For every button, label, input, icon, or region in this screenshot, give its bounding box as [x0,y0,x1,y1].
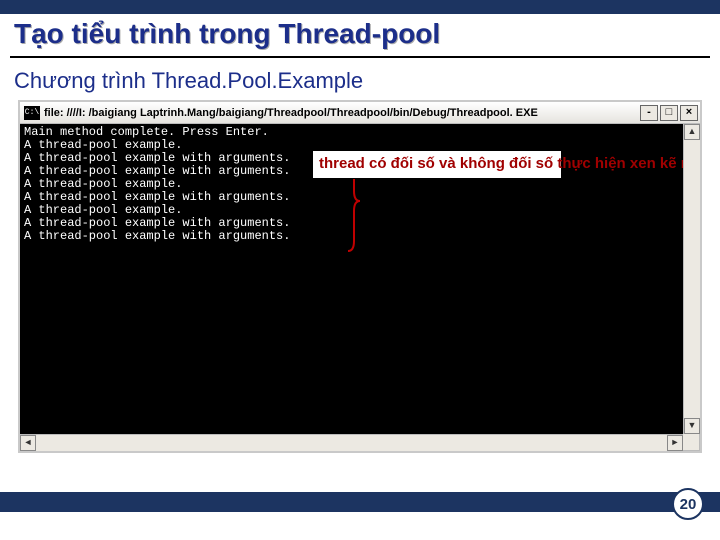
slide-title: Tạo tiểu trình trong Thread-pool [14,18,706,50]
minimize-button[interactable]: - [640,105,658,121]
close-button[interactable]: × [680,105,698,121]
scroll-track-h[interactable] [36,435,667,451]
scroll-right-button[interactable]: ► [667,435,683,451]
annotation-callout: thread có đối số và không đối số thực hi… [312,150,562,179]
slide-subtitle: Chương trình Thread.Pool.Example [0,58,720,100]
scroll-corner [683,434,700,451]
scroll-down-button[interactable]: ▼ [684,418,700,434]
scroll-up-button[interactable]: ▲ [684,124,700,140]
scroll-left-button[interactable]: ◄ [20,435,36,451]
footer-band [0,492,720,512]
title-area: Tạo tiểu trình trong Thread-pool [0,14,720,54]
horizontal-scrollbar[interactable]: ◄ ► [20,434,683,451]
cmd-icon: C:\ [24,106,40,120]
header-band [0,0,720,14]
console-output: Main method complete. Press Enter. A thr… [20,124,683,434]
window-titlebar: C:\ file: ////I: /baigiang Laptrinh.Mang… [20,102,700,124]
window-buttons: - □ × [640,105,700,121]
console-body-wrap: Main method complete. Press Enter. A thr… [20,124,700,434]
console-window: C:\ file: ////I: /baigiang Laptrinh.Mang… [18,100,702,453]
page-number: 20 [672,488,704,520]
maximize-button[interactable]: □ [660,105,678,121]
window-title: file: ////I: /baigiang Laptrinh.Mang/bai… [44,107,640,119]
scroll-track-v[interactable] [684,140,700,418]
vertical-scrollbar[interactable]: ▲ ▼ [683,124,700,434]
